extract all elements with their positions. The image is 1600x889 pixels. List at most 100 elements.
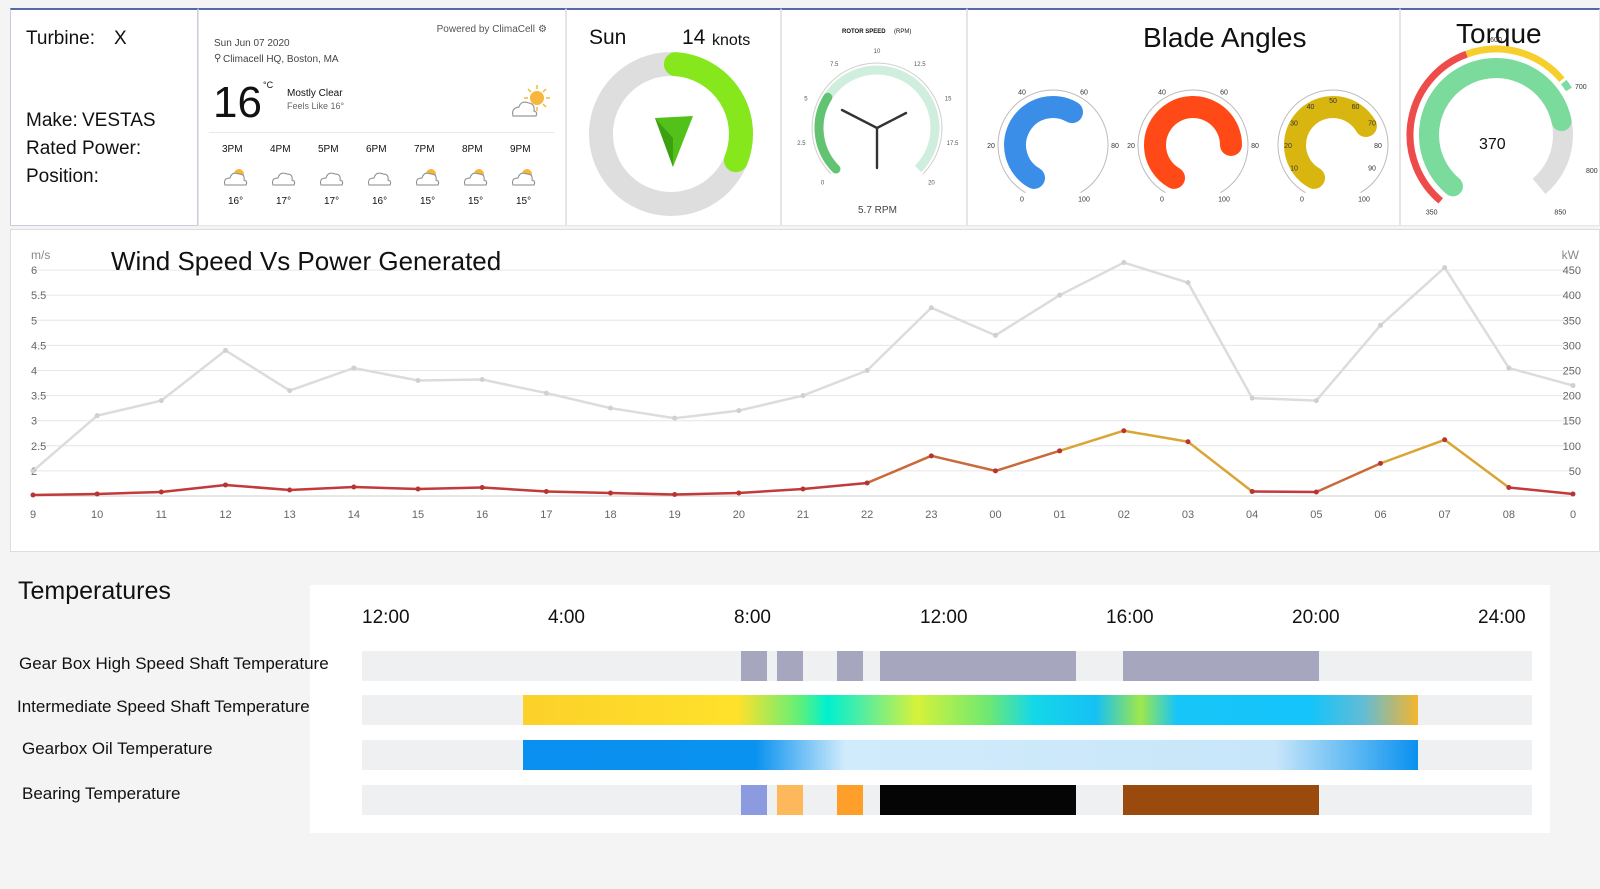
- timeline-tick: 16:00: [1106, 607, 1154, 628]
- wind-power-chart: 2502.510031503.520042504.530053505.54006…: [30, 260, 1581, 521]
- x-axis-tick: 0: [1570, 509, 1576, 521]
- blade-tick-label: 20: [1127, 143, 1135, 150]
- power-line-segment: [161, 483, 226, 494]
- temp-segment: [837, 651, 863, 681]
- hour-temp: 17°: [324, 196, 340, 207]
- blade-tick-label: 100: [1218, 197, 1230, 204]
- right-axis-tick: 150: [1563, 416, 1581, 428]
- left-axis-tick: 5: [31, 315, 37, 327]
- temp-segment: [1123, 785, 1319, 815]
- wind-speed-point: [1249, 395, 1255, 401]
- power-point: [1057, 448, 1063, 454]
- power-point: [1249, 488, 1255, 494]
- wind-speed-point: [287, 388, 293, 394]
- torque-tick-label: 850: [1554, 210, 1566, 217]
- blade-tick-label: 60: [1080, 89, 1088, 96]
- hour-temp: 15°: [468, 196, 484, 207]
- chart-left-unit: m/s: [31, 248, 51, 262]
- blade-tick-label: 40: [1018, 89, 1026, 96]
- hour-time: 6PM: [366, 144, 387, 155]
- hour-time: 8PM: [462, 144, 483, 155]
- left-axis-tick: 4: [31, 365, 37, 377]
- wind-speed-point: [1506, 365, 1512, 371]
- power-point: [1506, 484, 1512, 490]
- blade-tick-label: 80: [1374, 143, 1382, 150]
- x-axis-tick: 18: [604, 509, 616, 521]
- power-point: [543, 488, 549, 494]
- power-point: [223, 482, 228, 488]
- rotor-tick-label: 10: [874, 49, 881, 55]
- cloud-icon: [272, 172, 296, 186]
- x-axis-tick: 12: [219, 509, 231, 521]
- rotor-hub-icon: [840, 108, 908, 170]
- x-axis-tick: 9: [30, 509, 36, 521]
- temp-segment: [1123, 651, 1319, 681]
- sun-cloud-icon: [416, 169, 440, 186]
- wind-speed-point: [928, 305, 934, 311]
- power-point: [351, 484, 357, 490]
- row-label-bearing: Bearing Temperature: [22, 784, 181, 803]
- wind-speed-point: [1442, 265, 1448, 271]
- position-label: Position:: [26, 166, 99, 187]
- left-axis-tick: 4.5: [31, 340, 46, 352]
- rotor-tick-label: 12.5: [914, 62, 926, 68]
- wind-speed-point: [736, 408, 742, 414]
- temperatures-section: Temperatures 12:00 4:00 8:00 12:00 16:00 20:0…: [0, 555, 1600, 889]
- temp-segment: [741, 785, 767, 815]
- power-line-segment: [1443, 438, 1510, 489]
- blade-angle-gauges: 0 20 40 60 80 100 0 20 40 60 80 100 0 10 20 30 40 50 60 70 8…: [987, 89, 1389, 204]
- x-axis-tick: 06: [1374, 509, 1386, 521]
- blade-tick-label: 50: [1329, 98, 1337, 105]
- hour-temp: 17°: [276, 196, 292, 207]
- power-line-segment: [866, 454, 932, 485]
- blade-tick-label: 10: [1290, 166, 1298, 173]
- wind-speed-point: [415, 378, 421, 384]
- wind-speed-point: [94, 413, 100, 419]
- wind-speed-point: [608, 405, 613, 411]
- x-axis-tick: 20: [733, 509, 745, 521]
- x-axis-tick: 16: [476, 509, 488, 521]
- x-axis-tick: 11: [156, 509, 167, 521]
- right-axis-tick: 300: [1563, 340, 1581, 352]
- timeline-tick: 4:00: [548, 607, 585, 628]
- wind-speed-point: [993, 332, 998, 338]
- power-point: [1185, 439, 1191, 445]
- x-axis-tick: 23: [925, 509, 937, 521]
- make-label: Make:: [26, 110, 78, 131]
- wind-speed-point: [351, 365, 357, 371]
- rated-power-label: Rated Power:: [26, 138, 142, 159]
- sun-cloud-icon: [512, 169, 536, 186]
- torque-tick-label: 600: [1490, 37, 1502, 44]
- blade-tick-label: 60: [1352, 104, 1360, 111]
- blade-tick-label: 30: [1290, 121, 1298, 128]
- x-axis-tick: 03: [1182, 509, 1194, 521]
- blade-gauge-fill: [1284, 96, 1377, 189]
- timeline-tick: 24:00: [1478, 607, 1526, 628]
- power-line-segment: [1315, 462, 1382, 494]
- power-line-segment: [1059, 429, 1125, 453]
- blade-tick-label: 80: [1251, 143, 1259, 150]
- chart-right-unit: kW: [1561, 248, 1579, 262]
- blade-tick-label: 0: [1020, 197, 1024, 204]
- cloud-icon: [320, 172, 344, 186]
- blade-tick-label: 40: [1307, 104, 1315, 111]
- turbine-info-panel: Turbine: X Make: VESTAS Rated Power: Pos…: [10, 8, 198, 226]
- power-line-segment: [353, 485, 419, 491]
- blade-tick-label: 40: [1158, 89, 1166, 96]
- left-axis-tick: 3: [31, 416, 37, 428]
- temp-row-bearing: [362, 785, 1532, 815]
- left-axis-tick: 2.5: [31, 441, 46, 453]
- power-point: [1121, 428, 1127, 434]
- right-axis-tick: 400: [1563, 290, 1581, 302]
- wind-speed-point: [1378, 322, 1383, 328]
- torque-gauge: 350 600 700 800 850: [1406, 37, 1598, 217]
- hour-time: 7PM: [414, 144, 435, 155]
- power-line-segment: [417, 486, 483, 491]
- power-point: [158, 489, 164, 495]
- power-point: [1570, 491, 1576, 497]
- power-line-segment: [802, 481, 868, 491]
- temp-segment: [777, 651, 803, 681]
- power-point: [1378, 460, 1383, 466]
- blade-tick-label: 100: [1078, 197, 1090, 204]
- power-line-segment: [289, 485, 354, 492]
